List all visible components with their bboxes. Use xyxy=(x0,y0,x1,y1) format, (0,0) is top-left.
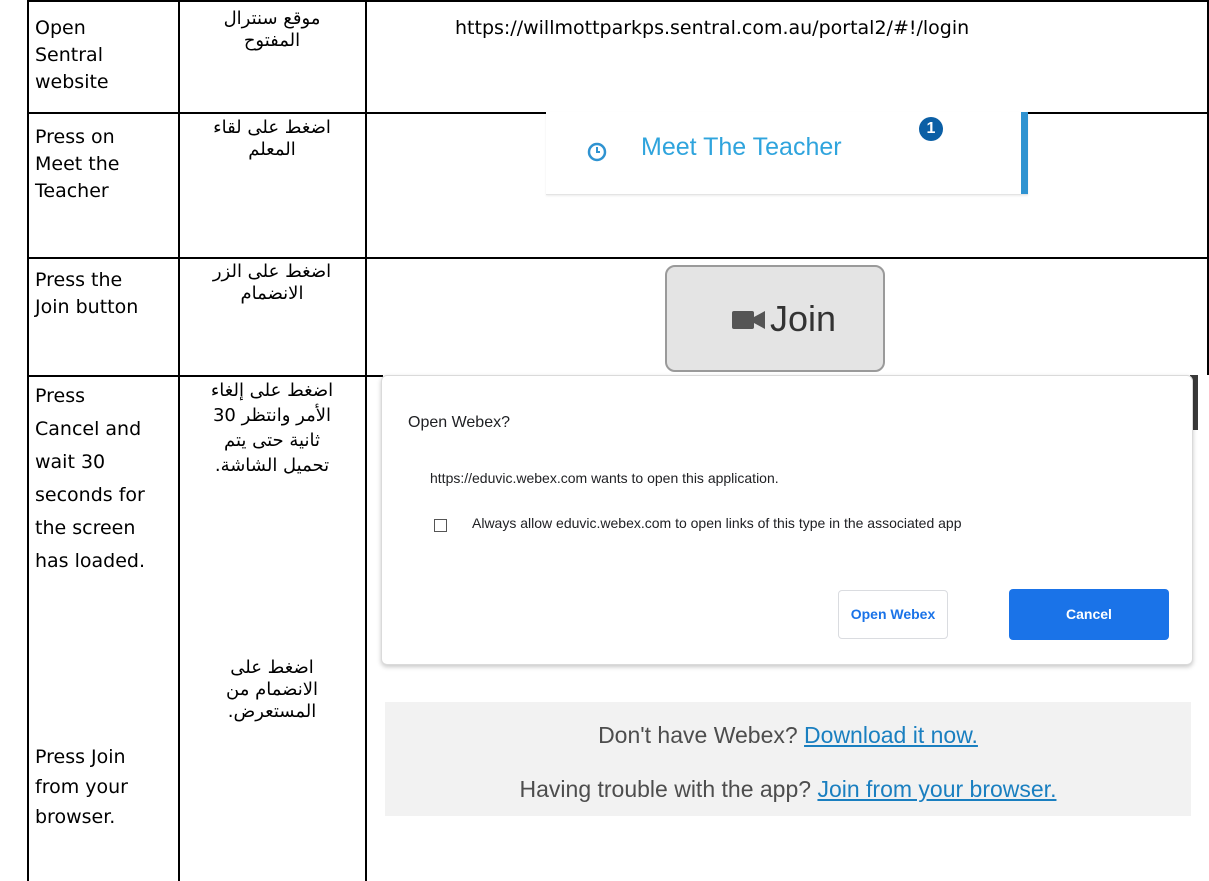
dialog-title: Open Webex? xyxy=(408,414,510,431)
table-border-left xyxy=(27,0,29,375)
step-2-english: Press on Meet the Teacher xyxy=(35,126,120,202)
row-divider-2 xyxy=(27,257,1209,259)
open-webex-dialog: Open Webex? https://eduvic.webex.com wan… xyxy=(381,375,1193,665)
step-5-arabic: اضغط على الانضمام من المستعرض. xyxy=(226,657,318,722)
dialog-message: https://eduvic.webex.com wants to open t… xyxy=(430,470,779,486)
video-camera-icon xyxy=(732,311,765,329)
table-border-left-lower xyxy=(27,375,29,881)
step-2-arabic: اضغط على لقاء المعلم xyxy=(213,117,331,160)
step-1-arabic: موقع سنترال المفتوح xyxy=(223,8,321,51)
download-line: Don't have Webex? Download it now. xyxy=(385,722,1191,749)
accent-bar xyxy=(1021,112,1028,194)
cancel-button[interactable]: Cancel xyxy=(1009,589,1169,640)
download-it-now-link[interactable]: Download it now. xyxy=(804,722,978,748)
column-divider-2 xyxy=(365,0,367,881)
meet-the-teacher-item[interactable]: Meet The Teacher xyxy=(546,112,1028,195)
trouble-prompt: Having trouble with the app? xyxy=(519,776,818,802)
meet-the-teacher-label: Meet The Teacher xyxy=(641,133,842,161)
row-divider-3 xyxy=(27,375,383,377)
step-4-english: Press Cancel and wait 30 seconds for the… xyxy=(35,385,146,572)
step-5-english: Press Join from your browser. xyxy=(35,746,128,828)
column-divider-1 xyxy=(178,0,180,881)
webex-help-panel: Don't have Webex? Download it now. Havin… xyxy=(385,702,1191,816)
clock-icon xyxy=(587,142,607,162)
sentral-url[interactable]: https://willmottparkps.sentral.com.au/po… xyxy=(455,17,969,39)
join-button[interactable]: Join xyxy=(665,265,885,372)
table-border-top xyxy=(27,0,1209,2)
join-from-browser-link[interactable]: Join from your browser. xyxy=(817,776,1056,802)
notification-badge: 1 xyxy=(919,117,943,141)
browser-line: Having trouble with the app? Join from y… xyxy=(385,776,1191,803)
open-webex-button[interactable]: Open Webex xyxy=(838,590,948,639)
table-border-right xyxy=(1207,0,1209,375)
step-4-arabic: اضغط على إلغاء الأمر وانتظر 30 ثانية حتى… xyxy=(210,380,334,476)
download-prompt: Don't have Webex? xyxy=(598,722,805,748)
join-button-label: Join xyxy=(770,298,837,339)
always-allow-checkbox[interactable] xyxy=(434,519,447,532)
step-3-arabic: اضغط على الزر الانضمام xyxy=(212,261,332,304)
step-1-english: Open Sentral website xyxy=(35,17,109,93)
always-allow-label[interactable]: Always allow eduvic.webex.com to open li… xyxy=(472,515,962,531)
step-3-english: Press the Join button xyxy=(35,269,139,318)
